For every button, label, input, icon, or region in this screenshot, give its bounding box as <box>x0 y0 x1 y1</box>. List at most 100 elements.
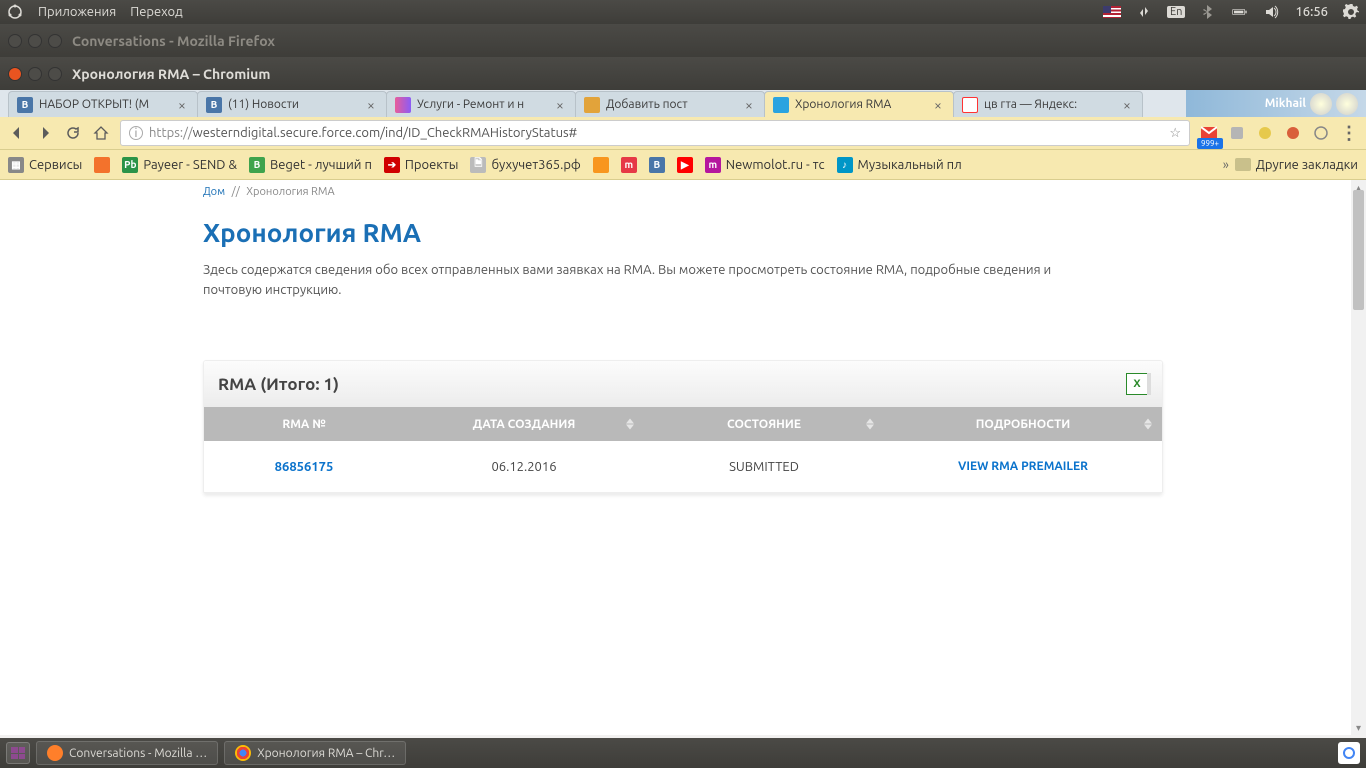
tab-close-icon[interactable]: × <box>1120 97 1134 113</box>
browser-menu-icon[interactable]: ⋮ <box>1340 123 1358 144</box>
bookmark-item[interactable]: ♪Музыкальный пл <box>837 157 962 173</box>
cell-status: SUBMITTED <box>644 460 884 474</box>
scroll-down-icon[interactable]: ▾ <box>1351 720 1366 735</box>
vertical-scrollbar[interactable]: ▴ ▾ <box>1351 180 1366 735</box>
bookmark-other-folder[interactable]: Другие закладки <box>1235 158 1358 172</box>
chromium-window-maximize-icon[interactable] <box>48 67 62 81</box>
bookmark-star-icon[interactable]: ☆ <box>1169 126 1181 141</box>
menu-go[interactable]: Переход <box>130 5 183 19</box>
firefox-window-close-icon[interactable] <box>8 34 22 48</box>
extension-icon[interactable] <box>1256 124 1274 142</box>
battery-icon[interactable] <box>1231 3 1249 21</box>
bookmark-favicon-icon: ♪ <box>837 157 853 173</box>
clock[interactable]: 16:56 <box>1295 5 1328 19</box>
taskbar-item-chromium[interactable]: Хронология RMA – Chr… <box>224 741 406 765</box>
firefox-icon <box>47 745 63 761</box>
vk-favicon-icon: B <box>17 97 33 113</box>
bookmark-favicon-icon: m <box>621 157 637 173</box>
bookmark-item[interactable]: mNewmolot.ru - тс <box>705 157 825 173</box>
nav-home-icon[interactable] <box>92 124 110 142</box>
browser-tab[interactable]: B НАБОР ОТКРЫТ! (М × <box>8 91 198 117</box>
bookmark-item[interactable]: BBeget - лучший п <box>249 157 372 173</box>
sort-icon[interactable] <box>1144 419 1152 430</box>
site-favicon-icon <box>395 97 411 113</box>
taskbar-item-firefox[interactable]: Conversations - Mozilla … <box>36 741 218 765</box>
tab-close-icon[interactable]: × <box>364 97 378 113</box>
site-info-icon[interactable]: i <box>129 126 143 140</box>
keyboard-layout-label[interactable]: En <box>1167 6 1185 18</box>
sort-icon[interactable] <box>626 419 634 430</box>
bookmark-label: Payeer - SEND & <box>143 158 237 172</box>
tab-close-icon[interactable]: × <box>175 97 189 113</box>
bookmark-favicon-icon: ▶ <box>677 157 693 173</box>
scroll-thumb[interactable] <box>1353 190 1364 310</box>
volume-icon[interactable] <box>1263 3 1281 21</box>
tab-title: Услуги - Ремонт и н <box>417 98 553 111</box>
panel-title: RMA (Итого: 1) <box>218 375 339 394</box>
export-excel-icon[interactable]: X <box>1126 373 1148 395</box>
breadcrumb-home-link[interactable]: Дом <box>203 186 225 198</box>
extension-icon[interactable] <box>1312 124 1330 142</box>
tab-close-icon[interactable]: × <box>553 97 567 113</box>
keyboard-layout-flag-icon[interactable] <box>1103 6 1121 18</box>
tab-title: НАБОР ОТКРЫТ! (М <box>39 98 175 111</box>
bookmark-item[interactable]: PbPayeer - SEND & <box>122 157 237 173</box>
tab-title: Хронология RMA <box>795 98 931 111</box>
chromium-window-title: Хронология RMA – Chromium <box>72 66 270 82</box>
column-header-details[interactable]: ПОДРОБНОСТИ <box>884 418 1162 431</box>
rma-number-link[interactable]: 86856175 <box>204 460 404 474</box>
bookmark-item[interactable]: ➔Проекты <box>384 157 459 173</box>
show-desktop-button[interactable] <box>1338 742 1360 764</box>
bookmark-favicon-icon <box>94 157 110 173</box>
tab-close-icon[interactable]: × <box>931 97 945 113</box>
browser-tab[interactable]: B (11) Новости × <box>197 91 387 117</box>
bookmark-item[interactable] <box>94 157 110 173</box>
extension-icon[interactable] <box>1284 124 1302 142</box>
page-title: Хронология RMA <box>203 218 1163 247</box>
tab-title: цв гта — Яндекс: <box>984 98 1120 111</box>
tab-close-icon[interactable]: × <box>742 97 756 113</box>
apps-grid-icon: ▦ <box>8 157 24 173</box>
bookmark-favicon-icon: 🗎 <box>470 157 486 173</box>
bookmark-apps[interactable]: ▦Сервисы <box>8 157 82 173</box>
folder-icon <box>1235 158 1251 171</box>
bookmark-item[interactable] <box>593 157 609 173</box>
column-header-status[interactable]: СОСТОЯНИЕ <box>644 418 884 431</box>
gmail-extension-icon[interactable]: 999+ <box>1200 124 1218 142</box>
bluetooth-icon[interactable] <box>1199 3 1217 21</box>
workspace-switcher[interactable] <box>6 742 30 764</box>
rma-panel: RMA (Итого: 1) X RMA № ДАТА СОЗДАНИЯ СОС… <box>203 360 1163 494</box>
menu-applications[interactable]: Приложения <box>38 5 116 19</box>
chromium-icon <box>235 745 251 761</box>
browser-tab[interactable]: Добавить пост × <box>575 91 765 117</box>
breadcrumb: Дом // Хронология RMA <box>203 186 1163 198</box>
firefox-window-title: Conversations - Mozilla Firefox <box>72 33 275 49</box>
firefox-window-maximize-icon[interactable] <box>48 34 62 48</box>
sort-icon[interactable] <box>866 419 874 430</box>
user-name-label: Mikhail <box>1265 97 1306 110</box>
nav-back-icon[interactable] <box>8 124 26 142</box>
chromium-window-close-icon[interactable] <box>8 67 22 81</box>
url-scheme: https:// <box>149 126 193 140</box>
bookmark-item[interactable]: ▶ <box>677 157 693 173</box>
bookmark-favicon-icon <box>593 157 609 173</box>
browser-tab[interactable]: Я цв гта — Яндекс: × <box>953 91 1143 117</box>
nav-reload-icon[interactable] <box>64 124 82 142</box>
browser-tab-active[interactable]: Хронология RMA × <box>764 91 954 117</box>
settings-gear-icon[interactable] <box>1342 3 1360 21</box>
bookmark-favicon-icon: m <box>705 157 721 173</box>
bookmark-item[interactable]: 🗎бухучет365.рф <box>470 157 580 173</box>
theme-character-icon <box>1310 93 1332 115</box>
address-bar[interactable]: i https:// westerndigital.secure.force.c… <box>120 120 1190 146</box>
view-premailer-link[interactable]: VIEW RMA PREMAILER <box>884 460 1162 473</box>
bookmark-item[interactable]: B <box>649 157 665 173</box>
extension-icon[interactable] <box>1228 124 1246 142</box>
column-header-rma-no[interactable]: RMA № <box>204 418 404 431</box>
browser-tab[interactable]: Услуги - Ремонт и н × <box>386 91 576 117</box>
bookmark-item[interactable]: m <box>621 157 637 173</box>
chromium-window-minimize-icon[interactable] <box>28 67 42 81</box>
column-header-created[interactable]: ДАТА СОЗДАНИЯ <box>404 418 644 431</box>
network-updown-icon[interactable] <box>1135 3 1153 21</box>
nav-forward-icon[interactable] <box>36 124 54 142</box>
firefox-window-minimize-icon[interactable] <box>28 34 42 48</box>
